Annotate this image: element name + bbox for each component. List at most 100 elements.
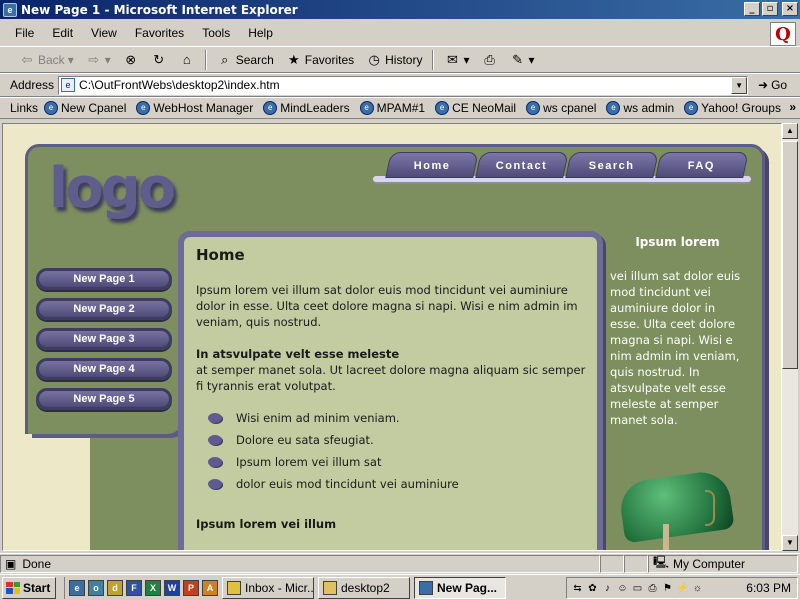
menu-file[interactable]: File	[6, 26, 43, 40]
messenger-icon[interactable]: ☺	[616, 582, 629, 595]
connection-icon[interactable]: ⚡	[676, 582, 689, 595]
main-content: Home Ipsum lorem vei illum sat dolor eui…	[196, 247, 591, 532]
home-button[interactable]: ⌂	[174, 49, 200, 71]
security-icon[interactable]: ⚑	[661, 582, 674, 595]
favorites-button[interactable]: ★ Favorites	[281, 49, 359, 71]
word-icon[interactable]: W	[164, 579, 180, 596]
bullet-icon	[208, 479, 222, 489]
link-icon: e	[263, 101, 278, 115]
nav-new-page-2[interactable]: New Page 2	[36, 298, 172, 320]
antivirus-icon[interactable]: ✿	[586, 582, 599, 595]
page-icon: e	[61, 78, 76, 92]
edit-button[interactable]: ✎ ▾	[505, 49, 540, 71]
refresh-button[interactable]: ↻	[146, 49, 172, 71]
go-button[interactable]: ➜ Go	[758, 78, 787, 92]
site-logo[interactable]: logo	[49, 156, 176, 221]
nav-new-page-3[interactable]: New Page 3	[36, 328, 172, 350]
link-icon: e	[435, 101, 450, 115]
display-icon[interactable]: ▭	[631, 582, 644, 595]
site-background-strip	[25, 434, 90, 550]
desktop-icon[interactable]: d	[107, 579, 123, 596]
link-icon: e	[526, 101, 541, 115]
vertical-scrollbar[interactable]: ▲ ▼	[782, 123, 798, 551]
start-button[interactable]: Start	[2, 576, 56, 599]
link-mpam1[interactable]: e MPAM#1	[359, 101, 425, 115]
ie-throbber-icon: Q	[770, 22, 796, 46]
refresh-icon: ↻	[153, 51, 165, 67]
link-ce-neomail[interactable]: e CE NeoMail	[435, 101, 516, 115]
tab-search[interactable]: Search	[565, 152, 659, 178]
menu-favorites[interactable]: Favorites	[126, 26, 193, 40]
outlook-icon[interactable]: o	[88, 579, 104, 596]
link-mindleaders[interactable]: e MindLeaders	[263, 101, 350, 115]
tab-faq[interactable]: FAQ	[655, 152, 749, 178]
folder-icon	[323, 580, 337, 595]
history-button[interactable]: ◷ History	[361, 49, 427, 71]
tab-home[interactable]: Home	[385, 152, 479, 178]
nav-new-page-5[interactable]: New Page 5	[36, 388, 172, 410]
back-arrow-icon: ⇦	[21, 51, 33, 67]
nav-new-page-4[interactable]: New Page 4	[36, 358, 172, 380]
frontpage-icon[interactable]: F	[126, 579, 142, 596]
network-icon[interactable]: ⇆	[571, 582, 584, 595]
access-icon[interactable]: A	[202, 579, 218, 596]
printer-tray-icon[interactable]: ⎙	[646, 582, 659, 595]
list-item-text: dolor euis mod tincidunt vei auminiure	[236, 477, 459, 491]
ie-task-icon	[419, 580, 433, 595]
zone-text: My Computer	[673, 556, 746, 571]
address-dropdown-icon[interactable]: ▼	[731, 76, 748, 94]
task-desktop2[interactable]: desktop2	[318, 576, 410, 599]
close-button[interactable]: ×	[782, 2, 798, 16]
powerpoint-icon[interactable]: P	[183, 579, 199, 596]
back-label: Back	[38, 52, 65, 67]
menu-view[interactable]: View	[82, 26, 126, 40]
minimize-button[interactable]: _	[744, 2, 760, 16]
lamp-arm	[705, 490, 715, 526]
link-label: ws admin	[623, 101, 675, 115]
history-icon: ◷	[368, 51, 380, 67]
zone-panel: 🖳 My Computer	[648, 554, 798, 573]
nav-new-page-1[interactable]: New Page 1	[36, 268, 172, 290]
search-label: Search	[235, 52, 274, 67]
scroll-down-icon[interactable]: ▼	[782, 535, 798, 551]
link-yahoo-groups[interactable]: e Yahoo! Groups	[684, 101, 781, 115]
address-input[interactable]: e C:\OutFrontWebs\desktop2\index.htm ▼	[58, 75, 749, 95]
scroll-thumb[interactable]	[782, 141, 798, 369]
update-icon[interactable]: ☼	[691, 582, 704, 595]
tab-contact[interactable]: Contact	[475, 152, 569, 178]
task-inbox[interactable]: Inbox - Micr...	[222, 576, 314, 599]
list-item-text: Ipsum lorem vei illum sat	[236, 455, 382, 469]
menu-tools[interactable]: Tools	[193, 26, 239, 40]
link-new-cpanel[interactable]: e New Cpanel	[44, 101, 126, 115]
task-label: desktop2	[341, 580, 390, 595]
intro-paragraph: Ipsum lorem vei illum sat dolor euis mod…	[196, 283, 578, 329]
task-new-page[interactable]: New Pag...	[414, 576, 506, 599]
link-ws-cpanel[interactable]: e ws cpanel	[526, 101, 596, 115]
back-button[interactable]: ⇦ Back ▾	[14, 49, 79, 71]
scroll-up-icon[interactable]: ▲	[782, 123, 798, 139]
forward-button[interactable]: ⇨ ▾	[81, 49, 116, 71]
links-more-chevron-icon[interactable]: »	[789, 100, 796, 114]
page-viewport: logo Home Contact Search FAQ New Page 1 …	[2, 123, 782, 551]
system-tray: ⇆ ✿ ♪ ☺ ▭ ⎙ ⚑ ⚡ ☼ 6:03 PM	[566, 577, 798, 599]
stop-button[interactable]: ⊗	[118, 49, 144, 71]
menu-bar: File Edit View Favorites Tools Help	[0, 19, 800, 47]
list-item-text: Wisi enim ad minim veniam.	[236, 411, 400, 425]
bullet-icon	[208, 413, 222, 423]
stop-icon: ⊗	[125, 51, 137, 67]
volume-icon[interactable]: ♪	[601, 582, 614, 595]
search-button[interactable]: ⌕ Search	[212, 49, 279, 71]
mail-button[interactable]: ✉ ▾	[439, 49, 474, 71]
ie-quicklaunch-icon[interactable]: e	[69, 579, 85, 596]
maximize-button[interactable]: ▫	[762, 2, 778, 16]
link-webhost-manager[interactable]: e WebHost Manager	[136, 101, 253, 115]
section-heading: In atsvulpate velt esse meleste	[196, 347, 400, 361]
link-ws-admin[interactable]: e ws admin	[606, 101, 674, 115]
list-item: dolor euis mod tincidunt vei auminiure	[208, 476, 591, 492]
menu-edit[interactable]: Edit	[43, 26, 82, 40]
task-label: New Pag...	[437, 580, 498, 595]
print-button[interactable]: ⎙	[477, 49, 503, 71]
excel-icon[interactable]: X	[145, 579, 161, 596]
menu-help[interactable]: Help	[239, 26, 282, 40]
link-label: MindLeaders	[280, 101, 350, 115]
